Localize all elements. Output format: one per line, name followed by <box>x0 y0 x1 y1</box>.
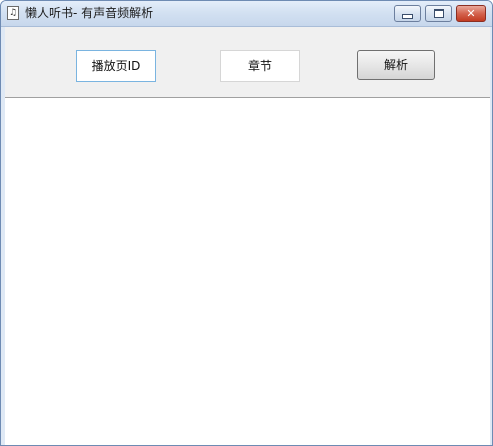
maximize-button[interactable] <box>425 5 452 22</box>
minimize-icon <box>402 14 413 19</box>
title-bar[interactable]: ♫ 懒人听书- 有声音频解析 ✕ <box>1 1 492 27</box>
parse-button[interactable]: 解析 <box>357 50 435 80</box>
maximize-icon <box>433 9 444 18</box>
chapter-input[interactable]: 章节 <box>220 50 300 82</box>
music-note-icon: ♫ <box>7 6 19 20</box>
input-toolbar: 播放页ID 章节 解析 <box>5 27 490 98</box>
app-window: ♫ 懒人听书- 有声音频解析 ✕ 播放页ID 章节 解析 <box>0 0 493 446</box>
close-icon: ✕ <box>466 7 476 20</box>
client-area: 播放页ID 章节 解析 <box>5 27 490 445</box>
minimize-button[interactable] <box>394 5 421 22</box>
play-page-id-input[interactable]: 播放页ID <box>76 50 156 82</box>
close-button[interactable]: ✕ <box>456 5 486 22</box>
window-title: 懒人听书- 有声音频解析 <box>25 6 154 20</box>
result-area[interactable] <box>5 98 490 445</box>
